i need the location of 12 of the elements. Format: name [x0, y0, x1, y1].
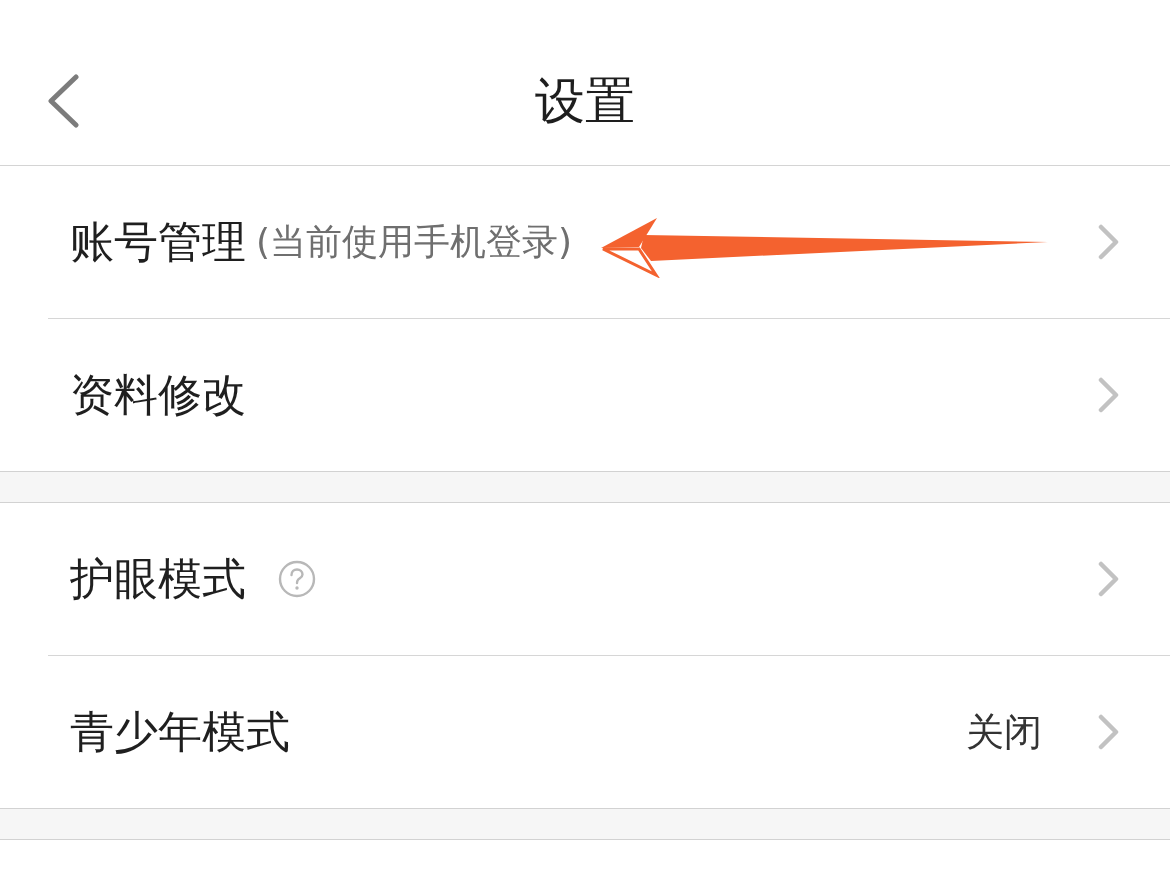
setting-label: 青少年模式: [70, 705, 290, 759]
page-title: 设置: [535, 75, 635, 126]
back-icon[interactable]: [46, 73, 80, 128]
setting-value: 关闭: [966, 708, 1042, 756]
setting-note: (当前使用手机登录): [256, 220, 573, 264]
setting-label: 资料修改: [70, 368, 246, 422]
chevron-right-icon: [1098, 377, 1120, 413]
chevron-right-icon: [1098, 714, 1120, 750]
chevron-right-icon: [1098, 561, 1120, 597]
chevron-right-icon: [1098, 224, 1120, 260]
setting-label: 护眼模式: [70, 552, 246, 606]
setting-label: 账号管理: [70, 215, 246, 269]
